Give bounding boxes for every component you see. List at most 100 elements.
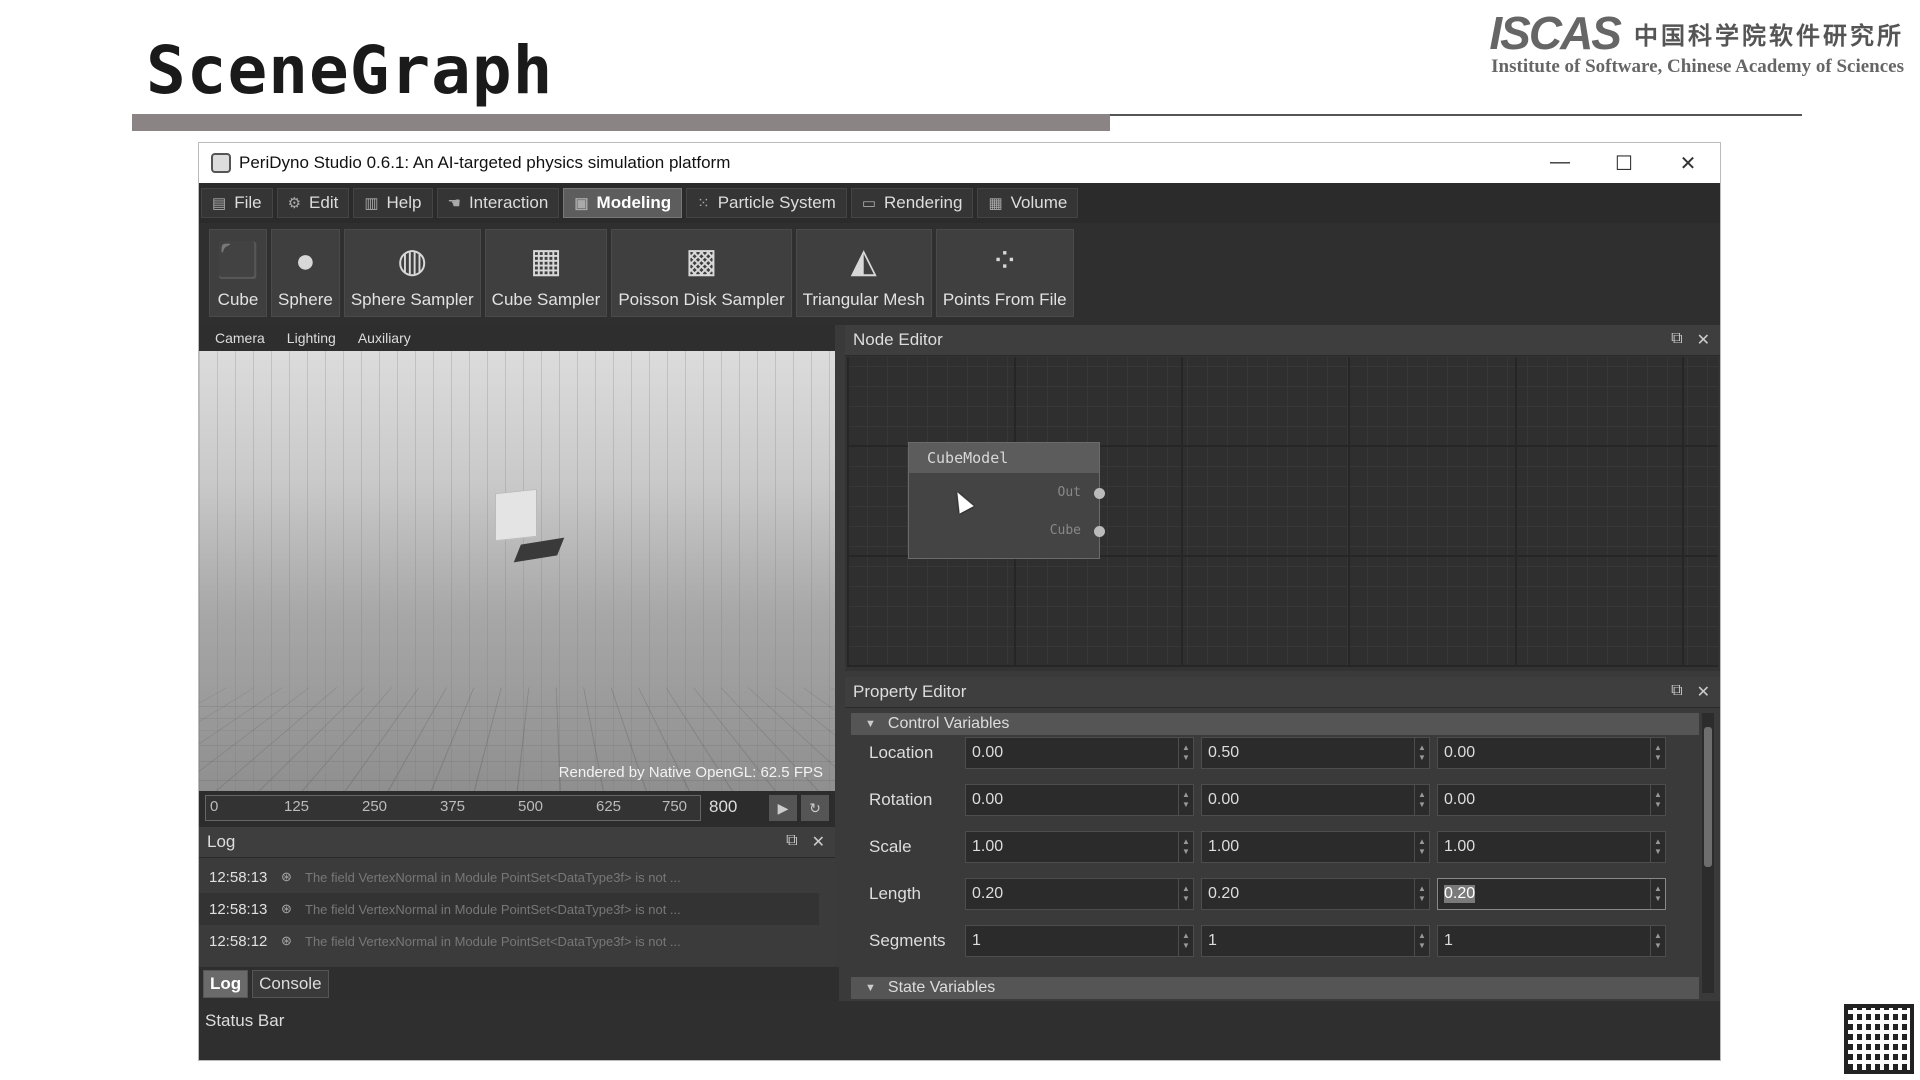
menu-interaction[interactable]: ☚ Interaction [436,188,560,218]
play-button[interactable]: ▶ [769,795,797,821]
status-bar: Status Bar [199,1001,1720,1060]
spinner-icon[interactable]: ▲ ▼ [1414,737,1429,768]
menu-particle-system[interactable]: ⁙ Particle System [686,188,847,218]
timeline: 0 125 250 375 500 625 750 800 ▶ ↻ [199,791,835,827]
info-icon: ⊛ [281,901,292,916]
spinner-icon[interactable]: ▲ ▼ [1178,878,1193,909]
rotation-y-field[interactable]: 0.00 ▲ ▼ [1201,783,1430,816]
scale-y-field[interactable]: 1.00 ▲ ▼ [1201,830,1430,863]
spinner-icon[interactable]: ▲ ▼ [1414,784,1429,815]
tool-poisson-disk-sampler[interactable]: ▩ Poisson Disk Sampler [611,229,792,317]
length-x-field[interactable]: 0.20 ▲ ▼ [965,877,1194,910]
float-icon[interactable]: ⧉ [1671,682,1682,702]
property-editor-title: Property Editor [853,682,967,701]
menu-volume-label: Volume [1010,193,1068,212]
length-z-field[interactable]: 0.20 ▲ ▼ [1437,877,1666,910]
menu-file[interactable]: ▤ File [201,188,273,218]
rotation-z-field[interactable]: 0.00 ▲ ▼ [1437,783,1666,816]
menu-volume[interactable]: ▦ Volume [977,188,1079,218]
port-cube-connector[interactable] [1094,526,1105,537]
segments-z-field[interactable]: 1 ▲ ▼ [1437,924,1666,957]
minimize-button[interactable]: — [1528,151,1592,176]
tool-cube-sampler[interactable]: ▦ Cube Sampler [484,229,608,317]
menu-edit[interactable]: ⚙ Edit [276,188,350,218]
section-state-variables[interactable]: ▼ State Variables [851,977,1699,999]
tool-sphere[interactable]: ● Sphere [271,229,340,317]
property-label: Segments [869,930,946,950]
3d-viewport[interactable]: Rendered by Native OpenGL: 62.5 FPS [199,351,835,791]
menu-file-label: File [234,193,262,212]
length-y-field[interactable]: 0.20 ▲ ▼ [1201,877,1430,910]
scale-x-field[interactable]: 1.00 ▲ ▼ [965,830,1194,863]
field-value: 1 [972,931,981,949]
float-icon[interactable]: ⧉ [786,832,797,852]
tab-auxiliary[interactable]: Auxiliary [358,330,411,346]
menu-help[interactable]: ▥ Help [353,188,433,218]
spinner-icon[interactable]: ▲ ▼ [1650,784,1665,815]
close-button[interactable]: ✕ [1656,151,1720,176]
gear-icon: ⚙ [287,195,302,212]
qr-code [1844,1004,1914,1074]
timeline-slider[interactable]: 0 125 250 375 500 625 750 [205,795,701,821]
node-editor-panel: Node Editor ⧉ ✕ CubeModel Out Cube [845,325,1720,671]
spinner-icon[interactable]: ▲ ▼ [1650,925,1665,956]
spinner-icon[interactable]: ▲ ▼ [1414,831,1429,862]
reset-icon: ↻ [809,800,821,816]
menu-rendering-label: Rendering [884,193,963,212]
spinner-icon[interactable]: ▲ ▼ [1178,737,1193,768]
slide-title-bar [132,114,1110,131]
spinner-icon[interactable]: ▲ ▼ [1650,737,1665,768]
node-canvas[interactable]: CubeModel Out Cube [847,357,1718,667]
spinner-icon[interactable]: ▲ ▼ [1650,878,1665,909]
tool-cube[interactable]: ⬛ Cube [209,229,267,317]
spinner-icon[interactable]: ▲ ▼ [1178,925,1193,956]
close-icon[interactable]: ✕ [812,832,825,852]
cube-model-node[interactable]: CubeModel Out Cube [908,442,1105,559]
cube-model-render [495,488,537,542]
rotation-x-field[interactable]: 0.00 ▲ ▼ [965,783,1194,816]
reset-button[interactable]: ↻ [801,795,829,821]
location-y-field[interactable]: 0.50 ▲ ▼ [1201,736,1430,769]
spinner-icon[interactable]: ▲ ▼ [1178,784,1193,815]
section-state-label: State Variables [887,979,996,996]
cube-sampler-icon: ▦ [529,242,563,280]
log-entry[interactable]: 12:58:13 ⊛ The field VertexNormal in Mod… [199,861,819,893]
tool-cube-sampler-label: Cube Sampler [491,290,601,309]
log-entry[interactable]: 12:58:12 ⊛ The field VertexNormal in Mod… [199,925,819,957]
property-editor-panel: Property Editor ⧉ ✕ ▼ Control Variables … [845,677,1720,1001]
scale-z-field[interactable]: 1.00 ▲ ▼ [1437,830,1666,863]
segments-x-field[interactable]: 1 ▲ ▼ [965,924,1194,957]
port-out-connector[interactable] [1094,488,1105,499]
tool-triangular-mesh[interactable]: ◭ Triangular Mesh [795,229,932,317]
scrollbar-thumb[interactable] [1704,727,1712,867]
menu-modeling[interactable]: ▣ Modeling [563,188,683,218]
tab-lighting[interactable]: Lighting [287,330,336,346]
location-z-field[interactable]: 0.00 ▲ ▼ [1437,736,1666,769]
close-icon[interactable]: ✕ [1697,682,1710,702]
menu-rendering[interactable]: ▭ Rendering [850,188,974,218]
segments-y-field[interactable]: 1 ▲ ▼ [1201,924,1430,957]
float-icon[interactable]: ⧉ [1671,330,1682,350]
property-row-rotation: Rotation 0.00 ▲ ▼ 0.00 ▲ ▼ 0.00 ▲ ▼ [851,776,1699,823]
info-icon: ⊛ [281,869,292,884]
property-scrollbar[interactable] [1702,713,1714,993]
property-editor-header: Property Editor ⧉ ✕ [845,677,1720,708]
spinner-icon[interactable]: ▲ ▼ [1414,878,1429,909]
tab-console[interactable]: Console [252,970,329,998]
location-x-field[interactable]: 0.00 ▲ ▼ [965,736,1194,769]
spinner-icon[interactable]: ▲ ▼ [1178,831,1193,862]
log-message: The field VertexNormal in Module PointSe… [305,933,681,949]
tool-points-from-file[interactable]: ⁘ Points From File [935,229,1074,317]
log-time: 12:58:12 [209,932,268,950]
tool-sphere-sampler[interactable]: ◍ Sphere Sampler [343,229,481,317]
tab-log[interactable]: Log [203,970,249,998]
spinner-icon[interactable]: ▲ ▼ [1650,831,1665,862]
property-label: Scale [869,836,912,856]
log-panel-title: Log [207,832,236,851]
tab-camera[interactable]: Camera [215,330,265,346]
maximize-button[interactable]: ☐ [1592,151,1656,176]
log-entry[interactable]: 12:58:13 ⊛ The field VertexNormal in Mod… [199,893,819,925]
frame-count[interactable]: 800 [709,797,737,817]
spinner-icon[interactable]: ▲ ▼ [1414,925,1429,956]
close-icon[interactable]: ✕ [1697,330,1710,350]
